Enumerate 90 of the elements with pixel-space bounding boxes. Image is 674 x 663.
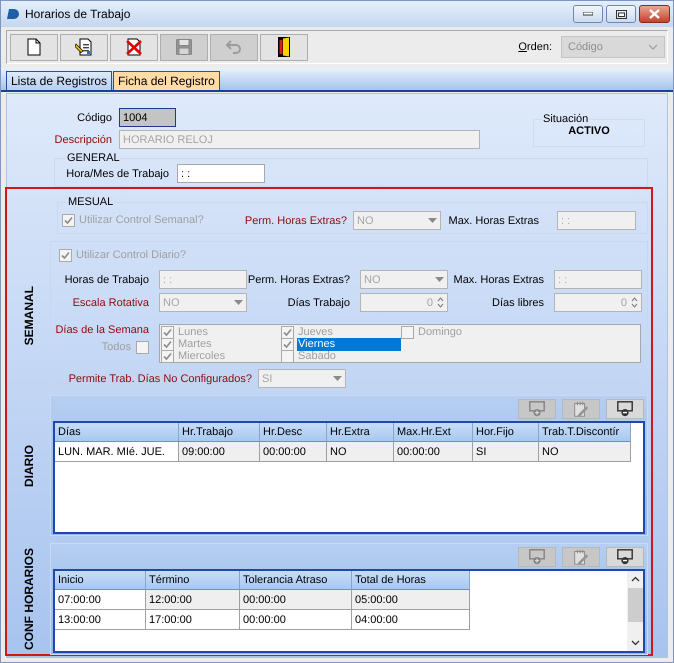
tab[interactable]: Ficha del Registro xyxy=(113,71,220,90)
field-label: Descripción xyxy=(54,134,112,146)
table-cell: NO xyxy=(539,442,631,462)
table-row[interactable]: 13:00:00 17:00:00 00:00:00 04:00:00 xyxy=(55,610,470,630)
chevron-down-icon xyxy=(648,44,658,50)
section-label: DIARIO xyxy=(22,444,36,486)
maximize-button[interactable] xyxy=(606,5,636,23)
page-pencil-icon xyxy=(75,38,93,56)
spin-arrows-icon xyxy=(631,296,638,309)
column-header: Hr.Desc xyxy=(260,423,327,442)
table-cell: 04:00:00 xyxy=(352,610,470,630)
chevron-up-icon[interactable] xyxy=(630,576,640,582)
field-label: Código xyxy=(77,112,112,124)
door-icon xyxy=(278,37,290,57)
column-header: Hr.Extra xyxy=(327,423,394,442)
table-cell: 09:00:00 xyxy=(179,442,260,462)
tab[interactable]: Lista de Registros xyxy=(6,71,112,90)
monitor-plus-icon xyxy=(528,400,546,418)
remove-button[interactable] xyxy=(606,547,644,567)
undo-arrow-icon xyxy=(225,39,243,55)
window-title: Horarios de Trabajo xyxy=(25,7,130,21)
field-label: Escala Rotativa xyxy=(72,296,149,308)
scrollbar[interactable] xyxy=(627,571,643,651)
monitor-plus-icon xyxy=(528,548,546,566)
table-cell: 17:00:00 xyxy=(146,610,240,630)
scrollbar-thumb[interactable] xyxy=(628,588,642,622)
caret-icon xyxy=(234,300,243,305)
page-icon xyxy=(27,38,41,56)
table-cell: 00:00:00 xyxy=(260,442,327,462)
caret-icon xyxy=(333,376,342,381)
close-button[interactable] xyxy=(639,5,670,23)
table-cell: SI xyxy=(473,442,539,462)
caret-icon xyxy=(435,277,444,282)
group-title: MESUAL xyxy=(67,196,114,208)
notepad-pencil-icon xyxy=(572,400,590,418)
status-label: Situación xyxy=(542,113,590,125)
status-value: ACTIVO xyxy=(568,125,610,137)
field-label: Hora/Mes de Trabajo xyxy=(66,168,169,180)
field-label: Días de la Semana xyxy=(55,324,149,336)
field-label: Días libres xyxy=(492,296,544,308)
column-header: Días xyxy=(55,423,179,442)
column-header: Hor.Fijo xyxy=(473,423,539,442)
table-cell: 00:00:00 xyxy=(240,610,352,630)
close-icon xyxy=(649,9,660,19)
check-icon xyxy=(61,251,70,260)
delete-button[interactable] xyxy=(110,34,158,60)
exit-button[interactable] xyxy=(260,34,308,60)
notepad-pencil-icon xyxy=(572,548,590,566)
column-header: Max.Hr.Ext xyxy=(394,423,473,442)
column-header: Total de Horas xyxy=(352,571,470,590)
new-button[interactable] xyxy=(10,34,58,60)
remove-button[interactable] xyxy=(606,399,644,419)
table-cell: 00:00:00 xyxy=(394,442,473,462)
field-label: Días Trabajo xyxy=(288,296,350,308)
check-icon xyxy=(64,216,73,225)
column-header: Tolerancia Atraso xyxy=(240,571,352,590)
table-cell: 13:00:00 xyxy=(55,610,146,630)
field-label: Perm. Horas Extras? xyxy=(244,214,347,226)
maximize-icon xyxy=(616,10,626,18)
column-header: Hr.Trabajo xyxy=(179,423,260,442)
field-label: Horas de Trabajo xyxy=(64,274,149,286)
spin-arrows-icon xyxy=(437,296,444,309)
group-title: GENERAL xyxy=(66,152,121,164)
column-header: Trab.T.Discontír xyxy=(539,423,631,442)
save-icon xyxy=(176,39,192,55)
section-label: SEMANAL xyxy=(22,286,36,346)
field-label: Max. Horas Extras xyxy=(448,214,539,226)
section-label: CONF HORARIOS xyxy=(22,548,36,650)
table-row[interactable]: LUN. MAR. MIé. JUE. 09:00:00 00:00:00 NO 00:00:00 SI NO xyxy=(55,442,631,462)
text-field[interactable]: : : xyxy=(177,164,265,183)
column-header: Inicio xyxy=(55,571,146,590)
minimize-button[interactable] xyxy=(573,5,603,23)
table-cell: 07:00:00 xyxy=(55,590,146,610)
field-label: Permite Trab. Días No Configurados? xyxy=(68,372,252,384)
column-header: Término xyxy=(146,571,240,590)
field-label: Max. Horas Extras xyxy=(454,274,544,286)
monitor-minus-icon xyxy=(616,548,634,566)
table-row[interactable]: 07:00:00 12:00:00 00:00:00 05:00:00 xyxy=(55,590,470,610)
field-label: Perm. Horas Extras? xyxy=(248,274,350,286)
page-x-icon xyxy=(126,38,142,56)
app-icon xyxy=(7,8,19,20)
table-cell: NO xyxy=(327,442,394,462)
caret-icon xyxy=(428,218,437,223)
field-label: Orden: xyxy=(518,41,552,53)
edit-button[interactable] xyxy=(60,34,108,60)
chevron-down-icon[interactable] xyxy=(630,640,640,646)
text-field[interactable]: 1004 xyxy=(119,108,176,127)
minimize-icon xyxy=(583,12,593,16)
monitor-minus-icon xyxy=(616,400,634,418)
table-cell: LUN. MAR. MIé. JUE. xyxy=(55,442,179,462)
